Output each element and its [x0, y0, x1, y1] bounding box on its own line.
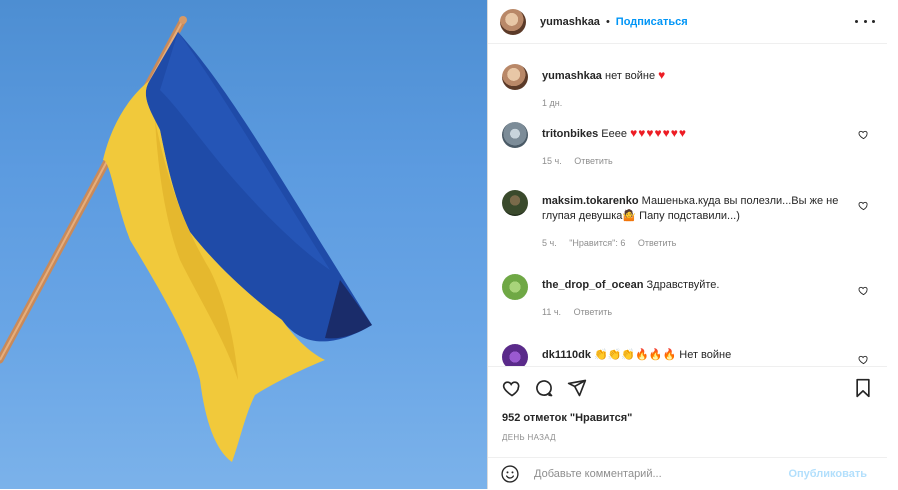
actions-divider: [488, 366, 887, 368]
likes-count[interactable]: 952 отметок "Нравится": [502, 412, 632, 424]
post-image[interactable]: [0, 0, 487, 489]
comment-reply-button[interactable]: Ответить: [574, 156, 612, 166]
share-icon[interactable]: [567, 378, 587, 398]
comment-like-heart-icon[interactable]: [858, 129, 869, 140]
post-actions: [502, 378, 873, 400]
post-header: yumashkaa • Подписаться: [488, 0, 887, 44]
caption-username[interactable]: yumashkaa: [542, 70, 602, 82]
comment-text: Eeee: [601, 128, 627, 140]
comment-time[interactable]: 15 ч.: [542, 156, 562, 166]
caption-text: нет войне: [605, 70, 656, 82]
flag-pole-top: [179, 16, 187, 24]
header-separator: •: [605, 15, 610, 28]
heart-icon[interactable]: [502, 378, 522, 398]
comment-avatar[interactable]: [502, 274, 528, 300]
comment-like-heart-icon[interactable]: [858, 285, 869, 296]
author-avatar[interactable]: [500, 8, 526, 35]
comment-icon[interactable]: [534, 378, 554, 398]
comment-text: Здравствуйте.: [646, 279, 720, 291]
comment-text: Нет войне: [679, 349, 732, 361]
comment-item: maksim.tokarenko Машенька.куда вы полезл…: [502, 190, 875, 251]
post-side-panel: yumashkaa • Подписаться yumashkaa нет во…: [487, 0, 887, 489]
follow-button[interactable]: Подписаться: [616, 16, 688, 28]
comment-username[interactable]: maksim.tokarenko: [542, 195, 639, 207]
publish-button[interactable]: Опубликовать: [788, 468, 867, 480]
comment-like-heart-icon[interactable]: [858, 200, 869, 211]
comment-reply-button[interactable]: Ответить: [574, 307, 612, 317]
comment-time[interactable]: 11 ч.: [542, 307, 561, 317]
comment-username[interactable]: the_drop_of_ocean: [542, 279, 643, 291]
comment-likes-count[interactable]: "Нравится": 6: [569, 238, 625, 248]
comment-reply-button[interactable]: Ответить: [638, 238, 676, 248]
comment-item: dk1110dk 👏👏👏🔥🔥🔥 Нет войне: [502, 344, 875, 366]
comment-avatar[interactable]: [502, 122, 528, 148]
comment-username[interactable]: tritonbikes: [542, 128, 598, 140]
caption-avatar[interactable]: [502, 64, 528, 90]
comments-list[interactable]: yumashkaa нет войне ♥ 1 дн. tritonbikes …: [488, 44, 887, 366]
comment-emoji: ♥♥♥♥♥♥♥: [630, 126, 687, 140]
comment-like-heart-icon[interactable]: [858, 354, 869, 365]
comment-time[interactable]: 5 ч.: [542, 238, 557, 248]
bookmark-icon[interactable]: [853, 378, 873, 398]
ukraine-flag-image: [0, 16, 372, 462]
comment-input[interactable]: [532, 467, 786, 481]
caption-time[interactable]: 1 дн.: [542, 98, 562, 108]
author-username[interactable]: yumashkaa: [540, 16, 600, 28]
post-container: yumashkaa • Подписаться yumashkaa нет во…: [0, 0, 898, 489]
comment-emoji: 👏👏👏🔥🔥🔥: [594, 349, 677, 361]
more-icon[interactable]: [855, 13, 875, 29]
caption: yumashkaa нет войне ♥ 1 дн.: [502, 64, 875, 111]
comment-avatar[interactable]: [502, 344, 528, 366]
comment-avatar[interactable]: [502, 190, 528, 216]
emoji-icon[interactable]: [500, 464, 520, 484]
comment-item: the_drop_of_ocean Здравствуйте. 11 ч. От…: [502, 274, 875, 320]
post-timestamp[interactable]: ДЕНЬ НАЗАД: [502, 433, 556, 442]
comment-item: tritonbikes Eeee ♥♥♥♥♥♥♥ 15 ч. Ответить: [502, 122, 875, 169]
comment-username[interactable]: dk1110dk: [542, 349, 591, 361]
caption-heart-emoji: ♥: [658, 68, 667, 82]
add-comment-bar: Опубликовать: [488, 457, 887, 490]
